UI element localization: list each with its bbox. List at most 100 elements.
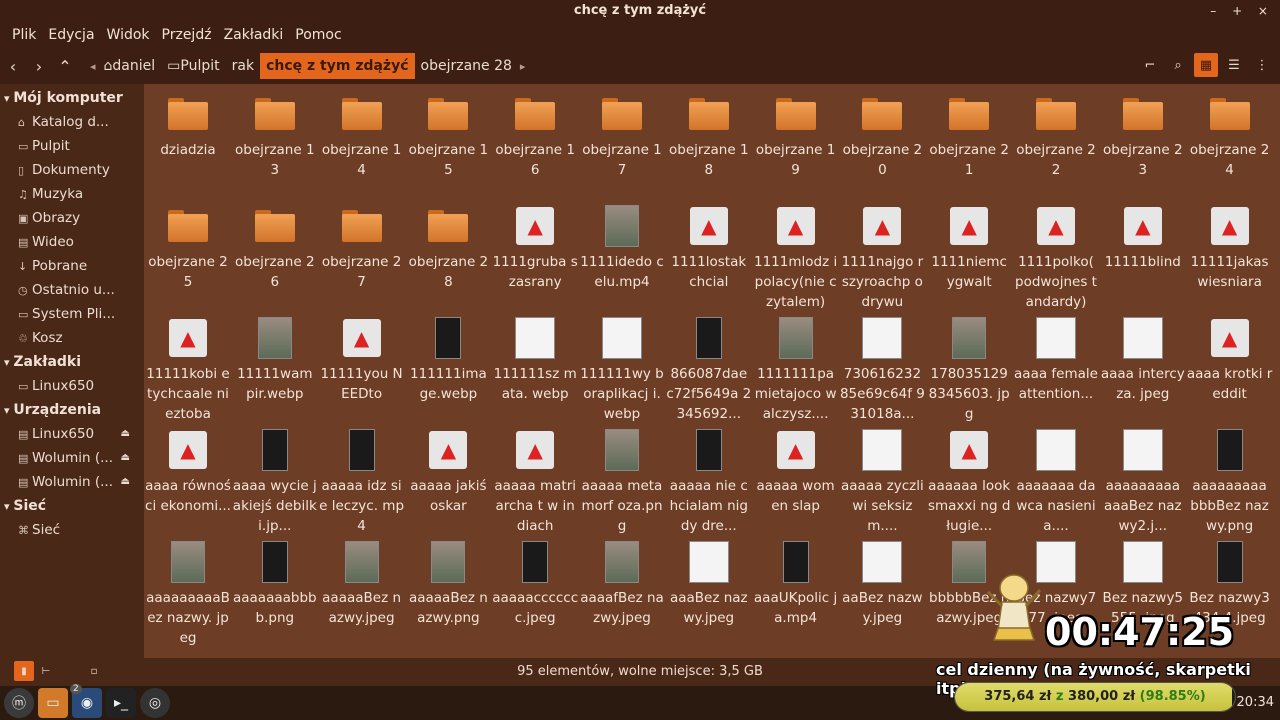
breadcrumb-left-arrow-icon[interactable]: ◂ [88,60,98,73]
file-item[interactable]: ▲ aaaa równości ekonomi... [145,426,231,516]
folder-item[interactable]: obejrzane 28 [405,202,491,292]
file-item[interactable]: 730616232 85e69c64f 931018a... [839,314,925,424]
sidebar-section-computer[interactable]: Mój komputer [0,86,144,110]
folder-item[interactable]: obejrzane 27 [319,202,405,292]
sidebar-item-volume-1[interactable]: ▤ Wolumin (... ⏏ [0,446,144,470]
file-item[interactable]: ▲ aaaaaa looksmaxxi ng długie... [926,426,1012,536]
eject-icon[interactable]: ⏏ [121,446,130,470]
folder-item[interactable]: obejrzane 21 [926,90,1012,180]
sidebar-section-network[interactable]: Sieć [0,494,144,518]
sidebar-item-device-linux650[interactable]: ▤ Linux650 ⏏ [0,422,144,446]
folder-item[interactable]: obejrzane 19 [753,90,839,180]
sidebar-item-recent[interactable]: ◷ Ostatnio u... [0,278,144,302]
file-item[interactable]: aaBez nazwy.jpeg [839,538,925,628]
sidebar-item-obrazy[interactable]: ▣ Obrazy [0,206,144,230]
breadcrumb-home[interactable]: ⌂daniel [98,53,162,79]
file-item[interactable]: aaaaa idz sie leczyc. mp4 [319,426,405,536]
file-item[interactable]: 866087dae c72f5649a 2345692... [666,314,752,424]
sidebar-item-home[interactable]: ⌂ Katalog d... [0,110,144,134]
menu-przejdz[interactable]: Przejdź [156,27,218,43]
file-item[interactable]: ▲ 11111jakas wiesniara [1187,202,1273,292]
file-item[interactable]: aaaaaaabbb b.png [232,538,318,628]
file-item[interactable]: 11111wam pir.webp [232,314,318,404]
file-item[interactable]: aaaaaBez nazwy.png [405,538,491,628]
menu-pomoc[interactable]: Pomoc [289,27,347,43]
folder-item[interactable]: obejrzane 22 [1013,90,1099,180]
file-item[interactable]: ▲ 11111blind [1100,202,1186,272]
file-item[interactable]: ▲ aaaa krotki reddit [1187,314,1273,404]
file-item[interactable]: aaaaa nie chcialam nigdy dre... [666,426,752,536]
sidebar-item-pulpit[interactable]: ▭ Pulpit [0,134,144,158]
compact-view-icon[interactable]: ⋮ [1250,53,1274,77]
sidebar-item-dokumenty[interactable]: ▯ Dokumenty [0,158,144,182]
file-item[interactable]: ▲ 1111najgo rszyroachp odrywu [839,202,925,312]
sidebar-item-volume-2[interactable]: ▤ Wolumin (... ⏏ [0,470,144,494]
list-view-icon[interactable]: ☰ [1222,53,1246,77]
folder-item[interactable]: obejrzane 20 [839,90,925,180]
file-item[interactable]: 178035129 8345603. jpg [926,314,1012,424]
firefox-icon[interactable]: ◉ 2 [70,684,102,718]
file-item[interactable]: ▲ 11111you NEEDto [319,314,405,404]
file-item[interactable]: aaaaaaa dawca nasienia.... [1013,426,1099,536]
terminal-icon[interactable]: ▸_ [106,688,136,718]
file-item[interactable]: aaaaaaaaaB ez nazwy. jpeg [145,538,231,648]
start-menu-icon[interactable]: ⓜ [4,688,34,718]
breadcrumb-rak[interactable]: rak [226,53,260,79]
file-item[interactable]: ▲ 1111gruba szasrany [492,202,578,292]
file-item[interactable]: aaaaa metamorf oza.png [579,426,665,536]
file-item[interactable]: 111111sz mata. webp [492,314,578,404]
menu-widok[interactable]: Widok [101,27,156,43]
file-item[interactable]: aaaa intercyza. jpeg [1100,314,1186,404]
forward-button[interactable]: › [26,53,52,79]
sidebar-item-pobrane[interactable]: ↓ Pobrane [0,254,144,278]
sidebar-section-bookmarks[interactable]: Zakładki [0,350,144,374]
file-manager-icon[interactable]: ▭ [38,688,68,718]
search-icon[interactable]: ⌕ [1166,53,1190,77]
folder-item[interactable]: obejrzane 25 [145,202,231,292]
file-item[interactable]: 111111ima ge.webp [405,314,491,404]
breadcrumb-current[interactable]: chcę z tym zdążyć [260,53,415,79]
sidebar-item-muzyka[interactable]: ♫ Muzyka [0,182,144,206]
breadcrumb-right-arrow-icon[interactable]: ▸ [518,60,528,73]
location-toggle-icon[interactable]: ⌐ [1138,53,1162,77]
file-item[interactable]: 111111wy boraplikacj i.webp [579,314,665,424]
file-item[interactable]: ▲ 1111niemc ygwalt [926,202,1012,292]
back-button[interactable]: ‹ [0,53,26,79]
folder-item[interactable]: dziadzia [145,90,231,160]
file-item[interactable]: ▲ 1111mlodz ipolacy(nie czytalem) [753,202,839,312]
sidebar-item-wideo[interactable]: ▤ Wideo [0,230,144,254]
icon-view-icon[interactable]: ▦ [1194,53,1218,77]
window-controls[interactable]: – + × [1210,0,1274,22]
folder-item[interactable]: obejrzane 15 [405,90,491,180]
folder-item[interactable]: obejrzane 26 [232,202,318,292]
file-item[interactable]: ▲ aaaaa matriarcha t w indiach [492,426,578,536]
file-item[interactable]: aaaUKpolic ja.mp4 [753,538,839,628]
sidebar-item-network[interactable]: ⌘ Sieć [0,518,144,542]
file-item[interactable]: aaaa female attention... [1013,314,1099,404]
menu-zakladki[interactable]: Zakładki [218,27,290,43]
file-item[interactable]: ▲ aaaaa women slap [753,426,839,516]
folder-item[interactable]: obejrzane 24 [1187,90,1273,180]
folder-item[interactable]: obejrzane 13 [232,90,318,180]
obs-icon[interactable]: ◎ [140,688,170,718]
file-item[interactable]: ▲ 1111lostak chcial [666,202,752,292]
sidebar-section-devices[interactable]: Urządzenia [0,398,144,422]
folder-item[interactable]: obejrzane 16 [492,90,578,180]
menu-edycja[interactable]: Edycja [42,27,100,43]
file-item[interactable]: aaaaa zyczliwi seksizm.... [839,426,925,536]
breadcrumb-obejrzane-28[interactable]: obejrzane 28 [415,53,518,79]
sidebar-item-trash[interactable]: ♲ Kosz [0,326,144,350]
folder-item[interactable]: obejrzane 14 [319,90,405,180]
folder-item[interactable]: obejrzane 23 [1100,90,1186,180]
up-button[interactable]: ⌃ [52,53,78,79]
menu-plik[interactable]: Plik [6,27,42,43]
file-item[interactable]: aaaaaaaaa aaaBez nazwy2.j... [1100,426,1186,536]
sidebar-item-bookmark-linux650[interactable]: ▭ Linux650 [0,374,144,398]
file-item[interactable]: aaaaaBez nazwy.jpeg [319,538,405,628]
file-item[interactable]: aaaa wycie jakiejś debilki.jp... [232,426,318,536]
file-item[interactable]: aaaaacccccc c.jpeg [492,538,578,628]
file-item[interactable]: aaaBez nazwy.jpeg [666,538,752,628]
sidebar-item-filesystem[interactable]: ▭ System Pli... [0,302,144,326]
file-item[interactable]: 1111idedo celu.mp4 [579,202,665,292]
file-item[interactable]: 1111111pa mietajoco walczysz.... [753,314,839,424]
